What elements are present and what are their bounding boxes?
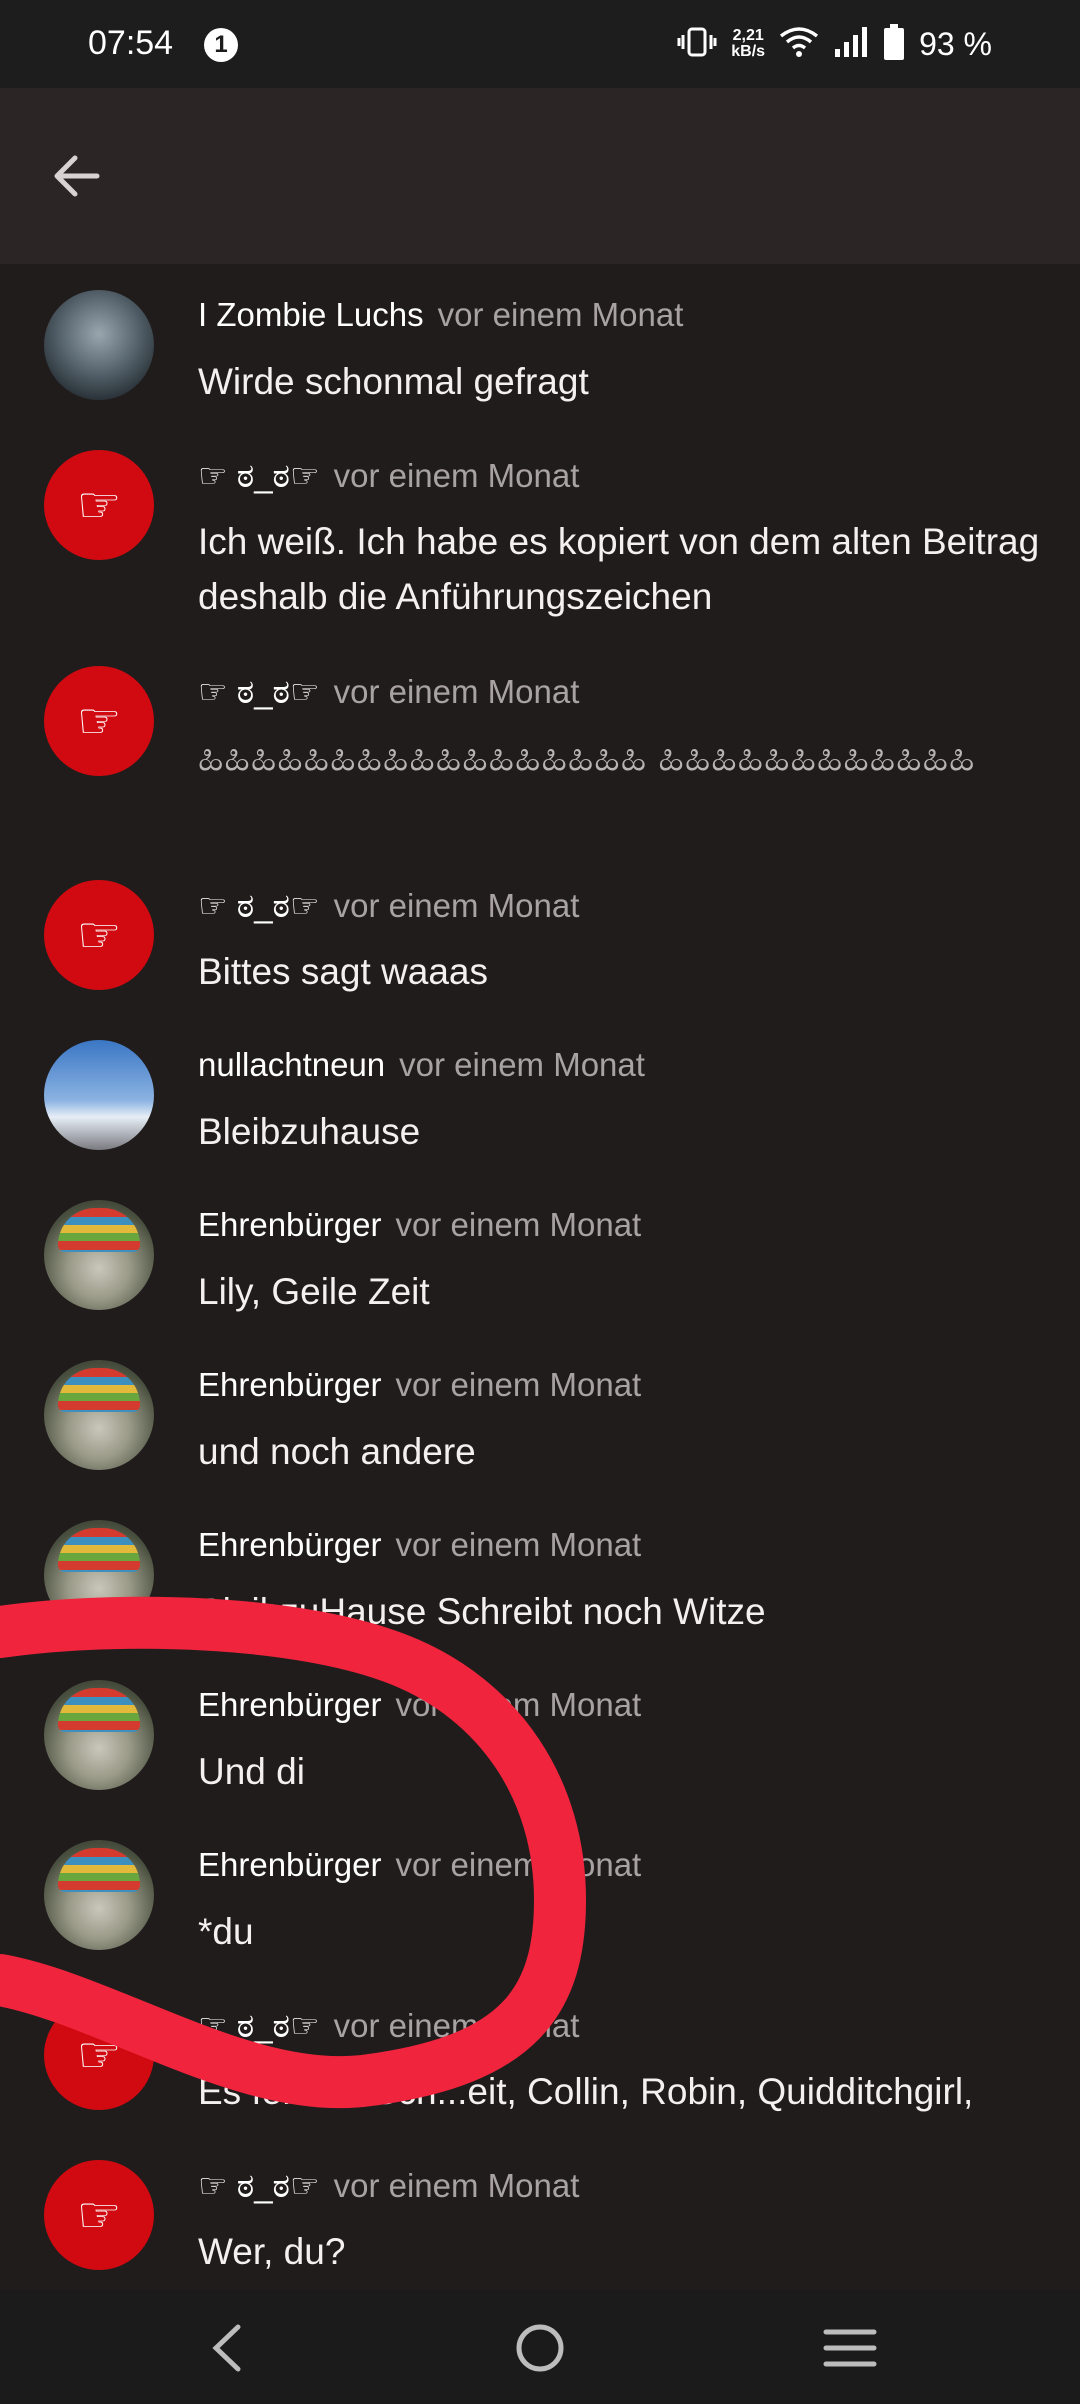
avatar[interactable] (44, 1520, 154, 1630)
comment-time: vor einem Monat (333, 2167, 580, 2204)
net-speed: 2,21 kB/s (731, 28, 765, 60)
comment-author[interactable]: Ehrenbürger (198, 1686, 381, 1723)
battery-percentage: 93 % (919, 25, 992, 62)
avatar[interactable] (44, 1040, 154, 1150)
comment-meta: ☞ ಠ_ಠ☞ vor einem Monat (198, 672, 579, 712)
arrow-left-icon (54, 155, 100, 197)
comment-author[interactable]: ☞ ಠ_ಠ☞ (198, 887, 320, 924)
avatar[interactable]: ☞ (44, 880, 154, 990)
comment-meta: Ehrenbürger vor einem Monat (198, 1206, 641, 1244)
app-bar (0, 88, 1080, 264)
comment-author[interactable]: Ehrenbürger (198, 1206, 381, 1243)
pointing-hand-icon: ☞ (76, 907, 122, 963)
net-speed-value: 2,21 (732, 27, 764, 44)
comment-author[interactable]: Ehrenbürger (198, 1846, 381, 1883)
signal-icon (833, 26, 869, 62)
comment-author[interactable]: nullachtneun (198, 1046, 385, 1083)
comment-time: vor einem Monat (395, 1206, 642, 1243)
comment-meta: Ehrenbürger vor einem Monat (198, 1686, 641, 1724)
comment-time: vor einem Monat (395, 1366, 642, 1403)
comment-text: Bleibzuhause (198, 1111, 421, 1152)
wifi-icon (779, 26, 819, 63)
back-button[interactable] (40, 140, 112, 212)
comment-list[interactable]: I Zombie Luchs vor einem Monat Wirde scho… (0, 264, 1080, 2290)
comment-text: Wirde schonmal gefragt (198, 361, 589, 402)
nav-recents-button[interactable] (814, 2312, 886, 2384)
comment-author[interactable]: Ehrenbürger (198, 1526, 381, 1563)
menu-lines-icon (823, 2329, 877, 2367)
comment-time: vor einem Monat (333, 457, 580, 494)
comment-text: Lily, Geile Zeit (198, 1271, 430, 1312)
pointing-hand-icon: ☞ (76, 2027, 122, 2083)
avatar[interactable]: ☞ (44, 666, 154, 776)
comment-author[interactable]: ☞ ಠ_ಠ☞ (198, 673, 320, 710)
comment-time: vor einem Monat (399, 1046, 645, 1083)
hat-graphic (58, 1528, 140, 1572)
comment-author[interactable]: I Zombie Luchs (198, 296, 424, 333)
comment-author[interactable]: Ehrenbürger (198, 1366, 381, 1403)
avatar[interactable]: ☞ (44, 450, 154, 560)
pointing-hand-icon: ☞ (76, 693, 122, 749)
comment-meta: Ehrenbürger vor einem Monat (198, 1366, 641, 1404)
comment-time: vor einem Monat (395, 1686, 642, 1723)
comment-meta: I Zombie Luchs vor einem Monat (198, 296, 683, 334)
avatar[interactable] (44, 1360, 154, 1470)
avatar[interactable] (44, 1680, 154, 1790)
comment-time: vor einem Monat (395, 1526, 642, 1563)
status-bar: 07:54 1 2,21 kB/s 93 % (0, 0, 1080, 88)
net-speed-unit: kB/s (731, 43, 766, 60)
comment-author[interactable]: ☞ ಠ_ಠ☞ (198, 2167, 320, 2204)
avatar[interactable]: ☞ (44, 2160, 154, 2270)
hat-graphic (58, 1848, 140, 1892)
comment-text: Wer, du? (198, 2231, 346, 2272)
avatar[interactable] (44, 1200, 154, 1310)
comment-time: vor einem Monat (437, 296, 684, 333)
comment-meta: ☞ ಠ_ಠ☞ vor einem Monat (198, 886, 579, 926)
avatar[interactable] (44, 290, 154, 400)
comment-text: BleibzuHause Schreibt noch Witze (198, 1591, 766, 1632)
comment-meta: Ehrenbürger vor einem Monat (198, 1846, 641, 1884)
comment-time: vor einem Monat (333, 887, 580, 924)
comment-meta: Ehrenbürger vor einem Monat (198, 1526, 641, 1564)
home-circle-icon (516, 2324, 564, 2372)
battery-icon (883, 23, 905, 65)
comment-time: vor einem Monat (395, 1846, 642, 1883)
chevron-left-icon (212, 2324, 241, 2372)
comment-text: *du (198, 1911, 254, 1952)
comment-time: vor einem Monat (333, 2007, 580, 2044)
comment-text: und noch andere (198, 1431, 476, 1472)
vibrate-icon (677, 25, 717, 64)
comment-text: Bittes sagt waaas (198, 951, 488, 992)
hat-graphic (58, 1688, 140, 1732)
pointing-hand-icon: ☞ (76, 477, 122, 533)
comment-time: vor einem Monat (333, 673, 580, 710)
comment-meta: ☞ ಠ_ಠ☞ vor einem Monat (198, 2166, 579, 2206)
comment-meta: ☞ ಠ_ಠ☞ vor einem Monat (198, 2006, 579, 2046)
comment-text: Und di (198, 1751, 305, 1792)
pointing-hand-icon: ☞ (76, 2187, 122, 2243)
comment-text: Es fehlen: Sch...eit, Collin, Robin, Qui… (198, 2071, 974, 2112)
notification-badge: 1 (204, 28, 238, 62)
status-time: 07:54 (88, 24, 174, 62)
comment-text: ಹಿಹಿಹಿಹಿಹಿಹಿಹಿಹಿಹಿಹಿಹಿಹಿಹಿಹಿಹಿಹಿಹಿ ಹಿಹಿಹ… (198, 737, 976, 778)
comment-author[interactable]: ☞ ಠ_ಠ☞ (198, 457, 320, 494)
navigation-bar (0, 2290, 1080, 2404)
nav-back-button[interactable] (192, 2312, 264, 2384)
comment-meta: ☞ ಠ_ಠ☞ vor einem Monat (198, 456, 579, 496)
comment-author[interactable]: ☞ ಠ_ಠ☞ (198, 2007, 320, 2044)
comment-text: Ich weiß. Ich habe es kopiert von dem al… (198, 521, 1040, 617)
comment-meta: nullachtneun vor einem Monat (198, 1046, 645, 1084)
avatar[interactable] (44, 1840, 154, 1950)
nav-home-button[interactable] (504, 2312, 576, 2384)
status-icons: 2,21 kB/s 93 % (677, 22, 992, 66)
avatar[interactable]: ☞ (44, 2000, 154, 2110)
hat-graphic (58, 1208, 140, 1252)
hat-graphic (58, 1368, 140, 1412)
